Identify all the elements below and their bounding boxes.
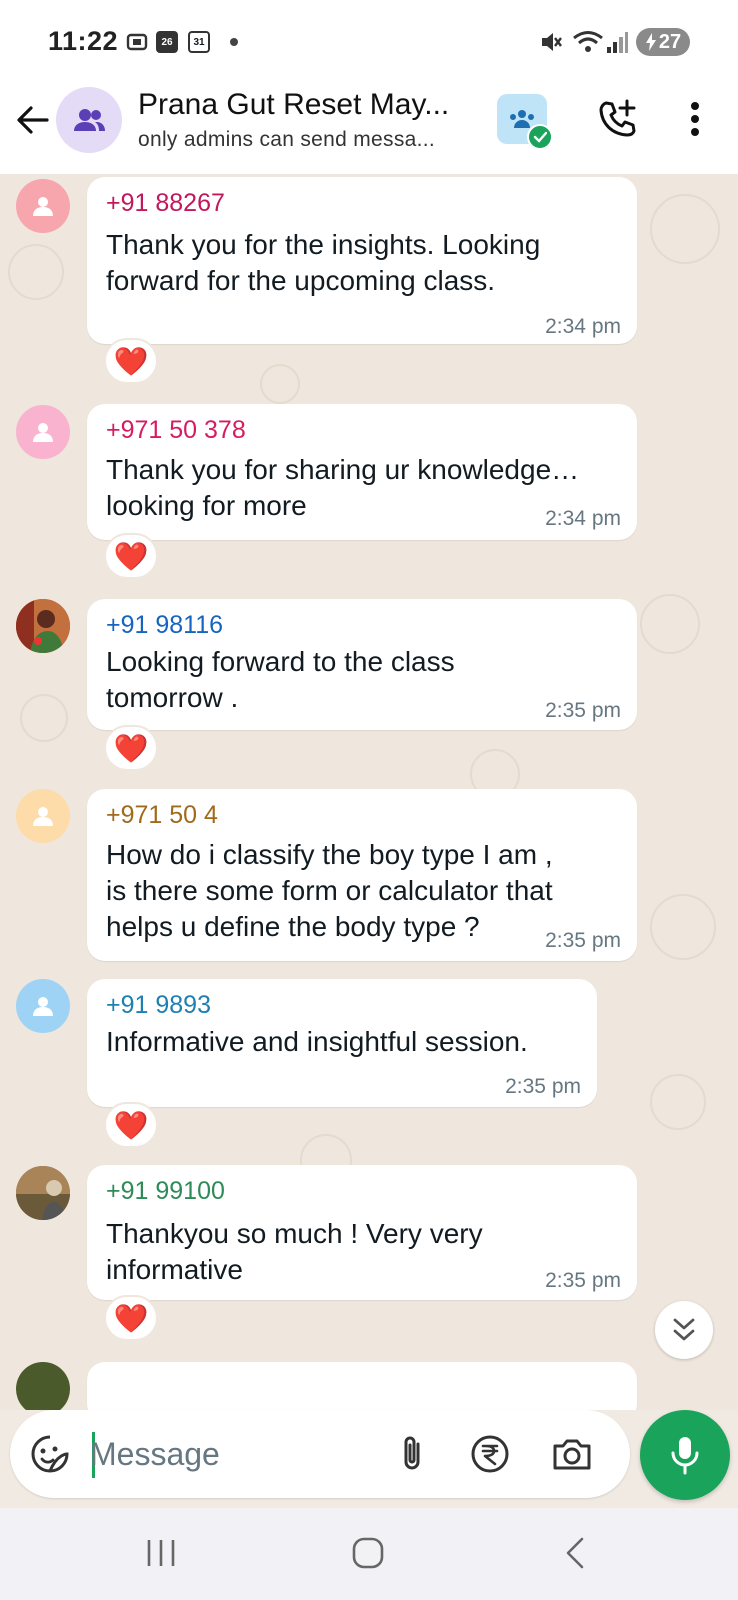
message-bubble[interactable]: +971 50 4 How do i classify the boy type… <box>87 789 637 961</box>
heart-reaction-icon[interactable]: ❤️ <box>104 1295 158 1341</box>
heart-reaction-icon[interactable]: ❤️ <box>104 725 158 771</box>
message-time: 2:34 pm <box>545 315 621 338</box>
message-sender[interactable]: +971 50 378 <box>106 416 246 445</box>
back-arrow-icon[interactable] <box>10 98 54 142</box>
mic-button[interactable] <box>640 1410 730 1500</box>
wifi-icon <box>572 30 604 54</box>
sender-avatar-photo[interactable] <box>16 599 70 653</box>
message-sender[interactable]: +91 9893 <box>106 991 211 1020</box>
status-time: 11:22 <box>48 26 119 56</box>
profile-photo <box>16 599 70 653</box>
calendar-icon: 26 <box>156 30 178 54</box>
chat-header: Prana Gut Reset May... only admins can s… <box>0 84 738 174</box>
chat-title[interactable]: Prana Gut Reset May... <box>138 88 478 122</box>
sender-avatar[interactable] <box>16 179 70 233</box>
back-icon[interactable] <box>545 1528 605 1578</box>
wallpaper-doodle <box>20 694 68 742</box>
group-icon <box>74 109 105 131</box>
message-bubble[interactable]: +91 99100 Thankyou so much ! Very very i… <box>87 1165 637 1300</box>
scroll-down-button[interactable] <box>655 1301 713 1359</box>
camera-icon[interactable] <box>550 1432 594 1476</box>
wallpaper-doodle <box>650 194 720 264</box>
message-text: Thank you for the insights. Looking forw… <box>106 229 541 296</box>
message-time: 2:35 pm <box>505 1075 581 1098</box>
profile-photo <box>16 1166 70 1220</box>
person-icon <box>33 807 53 826</box>
message-time: 2:35 pm <box>545 929 621 952</box>
message-text: Thankyou so much ! Very very informative <box>106 1218 483 1285</box>
rupee-icon[interactable] <box>468 1432 512 1476</box>
signal-icon <box>606 30 628 54</box>
heart-reaction-icon[interactable]: ❤️ <box>104 338 158 384</box>
wallpaper-doodle <box>260 364 300 404</box>
message-bubble[interactable]: +91 98116 Looking forward to the class t… <box>87 599 637 730</box>
sender-avatar[interactable] <box>16 979 70 1033</box>
message-sender[interactable]: +91 99100 <box>106 1177 225 1206</box>
heart-reaction-icon[interactable]: ❤️ <box>104 1102 158 1148</box>
chat-subtitle[interactable]: only admins can send messa... <box>138 128 468 152</box>
chat-area[interactable]: +91 88267 Thank you for the insights. Lo… <box>0 174 738 1410</box>
community-icon[interactable] <box>497 94 553 150</box>
sender-avatar-photo[interactable] <box>16 1362 70 1410</box>
wallpaper-doodle <box>650 894 716 960</box>
system-nav-bar <box>0 1508 738 1600</box>
notification-dot-icon <box>230 38 238 46</box>
message-sender[interactable]: +91 98116 <box>106 611 223 640</box>
battery-icon: 27 <box>636 28 690 56</box>
sender-avatar[interactable] <box>16 405 70 459</box>
battery-level: 27 <box>658 30 682 53</box>
message-bubble[interactable]: +91 88267 Thank you for the insights. Lo… <box>87 177 637 344</box>
calendar-date-1: 26 <box>156 31 178 53</box>
sender-avatar[interactable] <box>16 789 70 843</box>
screenshot-icon <box>124 30 150 54</box>
message-text: How do i classify the boy type I am , is… <box>106 839 553 942</box>
message-sender[interactable]: +971 50 4 <box>106 801 218 830</box>
message-bubble[interactable]: +971 50 378 Thank you for sharing ur kno… <box>87 404 637 540</box>
add-call-icon[interactable] <box>592 94 642 144</box>
message-time: 2:35 pm <box>545 699 621 722</box>
wallpaper-doodle <box>640 594 700 654</box>
person-icon <box>33 197 53 216</box>
message-text: Thank you for sharing ur knowledge… look… <box>106 454 580 521</box>
attach-icon[interactable] <box>390 1432 434 1476</box>
sticker-icon[interactable] <box>28 1432 72 1476</box>
recent-apps-icon[interactable] <box>131 1528 191 1578</box>
message-bubble[interactable]: +91 9893 Informative and insightful sess… <box>87 979 597 1107</box>
message-bubble[interactable] <box>87 1362 637 1410</box>
home-icon[interactable] <box>338 1528 398 1578</box>
message-sender[interactable]: +91 88267 <box>106 189 225 218</box>
message-time: 2:35 pm <box>545 1269 621 1292</box>
more-vert-icon[interactable] <box>680 94 710 144</box>
check-badge-icon <box>527 124 553 150</box>
wallpaper-doodle <box>650 1074 706 1130</box>
message-text: Informative and insightful session. <box>106 1026 528 1057</box>
calendar-date-2: 31 <box>188 31 210 53</box>
status-bar: 11:22 26 31 27 <box>0 0 738 84</box>
person-icon <box>33 997 53 1016</box>
mic-icon <box>671 1437 699 1475</box>
message-text: Looking forward to the class tomorrow . <box>106 646 455 713</box>
message-input[interactable] <box>90 1428 370 1480</box>
message-composer <box>10 1410 630 1498</box>
heart-reaction-icon[interactable]: ❤️ <box>104 533 158 579</box>
sender-avatar-photo[interactable] <box>16 1166 70 1220</box>
group-avatar[interactable] <box>56 87 122 153</box>
wallpaper-doodle <box>8 244 64 300</box>
mute-icon <box>538 30 564 54</box>
calendar-icon: 31 <box>188 30 210 54</box>
double-chevron-down-icon <box>673 1318 695 1341</box>
person-icon <box>33 423 53 442</box>
message-time: 2:34 pm <box>545 507 621 530</box>
